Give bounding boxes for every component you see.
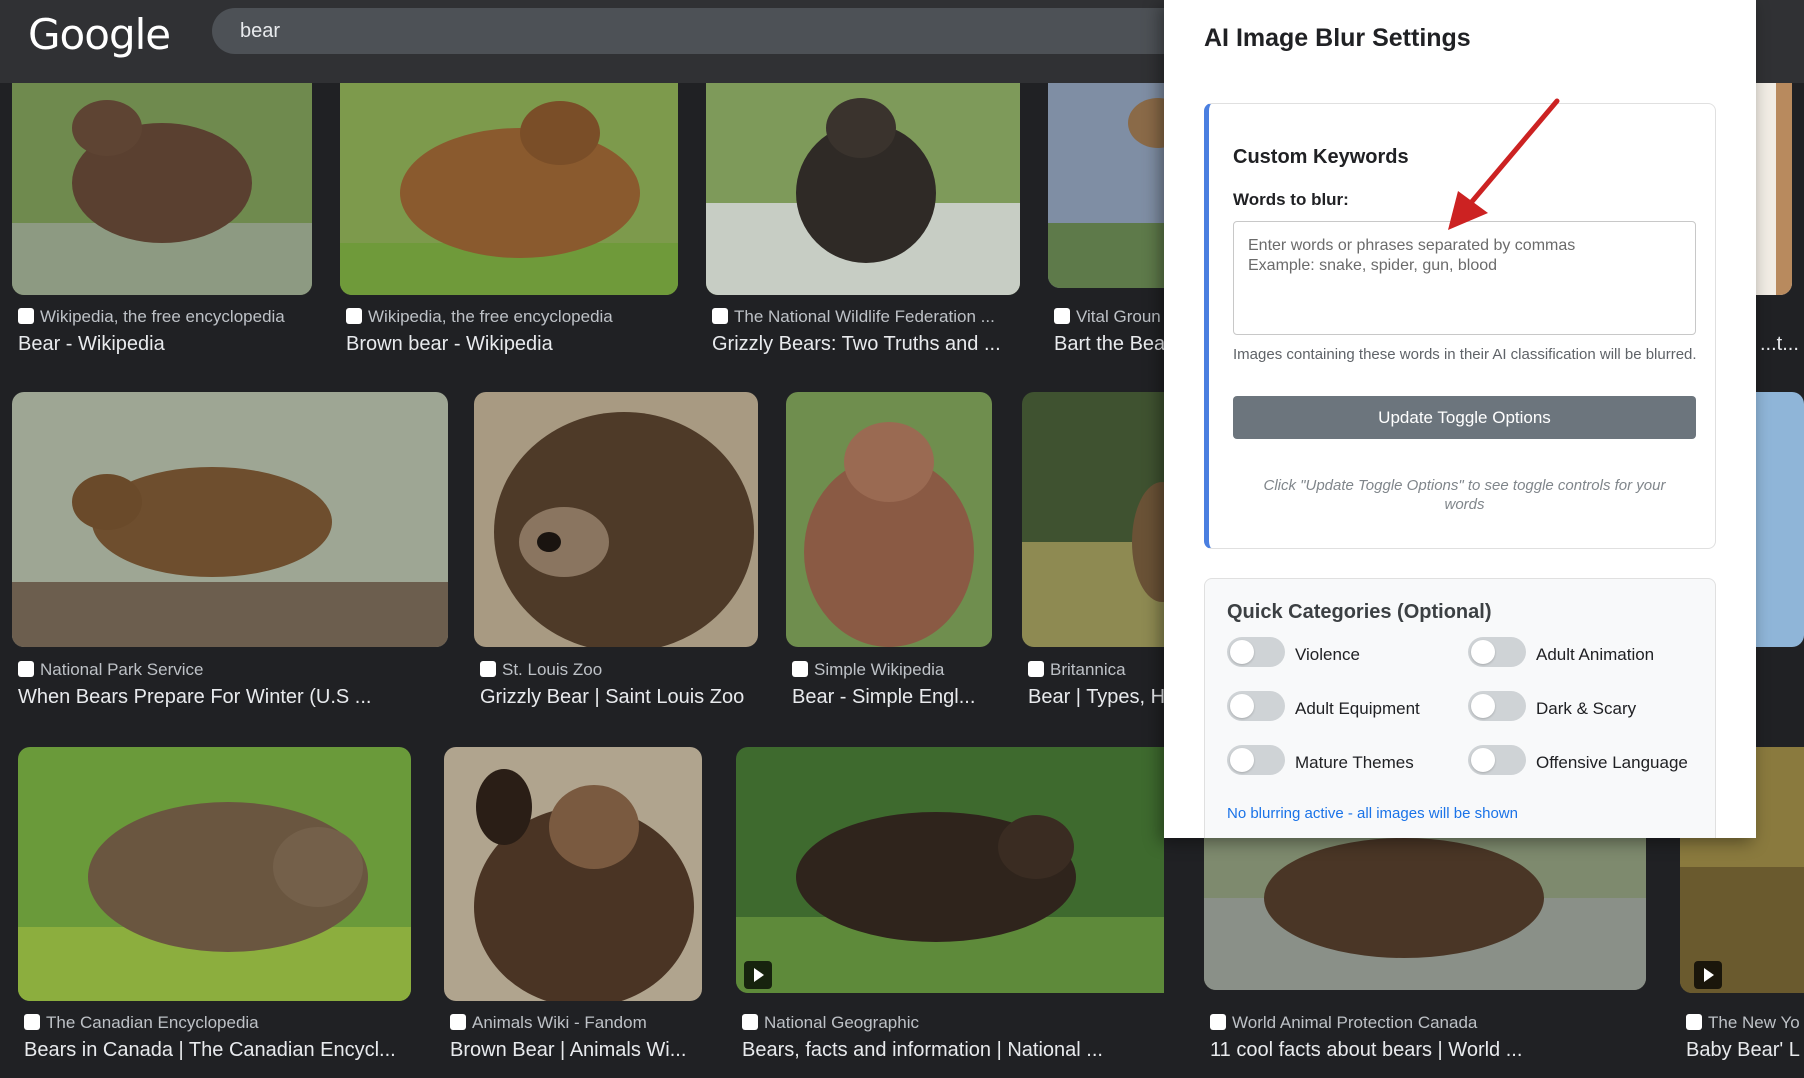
favicon [1054, 308, 1070, 324]
result-card[interactable]: World Animal Protection Canada 11 cool f… [1204, 838, 1648, 1078]
keywords-help-text: Images containing these words in their A… [1233, 346, 1697, 363]
favicon [1028, 661, 1044, 677]
result-source[interactable]: National Park Service [18, 660, 438, 680]
favicon [24, 1014, 40, 1030]
result-card[interactable]: National Park Service When Bears Prepare… [12, 392, 448, 722]
result-image[interactable] [340, 83, 678, 295]
toggle-label: Adult Equipment [1295, 699, 1420, 718]
result-source[interactable]: Wikipedia, the free encyclopedia [346, 307, 676, 327]
result-title[interactable]: 11 cool facts about bears | World ... [1210, 1039, 1650, 1062]
toggle-hint-text: Click "Update Toggle Options" to see tog… [1263, 477, 1666, 513]
search-box[interactable]: bear [212, 8, 1212, 54]
favicon [1686, 1014, 1702, 1030]
result-source[interactable]: The Canadian Encyclopedia [24, 1013, 414, 1033]
result-source[interactable]: Wikipedia, the free encyclopedia [18, 307, 308, 327]
adult-equipment-toggle[interactable] [1227, 691, 1285, 721]
result-title[interactable]: When Bears Prepare For Winter (U.S ... [18, 686, 438, 709]
violence-toggle[interactable] [1227, 637, 1285, 667]
annotation-arrow-icon [1448, 98, 1560, 230]
result-title[interactable]: Bart the Bea [1054, 333, 1172, 356]
dark-scary-toggle[interactable] [1468, 691, 1526, 721]
result-image[interactable] [12, 83, 312, 295]
result-card[interactable]: National Geographic Bears, facts and inf… [736, 747, 1164, 1077]
favicon [1210, 1014, 1226, 1030]
favicon [18, 308, 34, 324]
result-source[interactable]: National Geographic [742, 1013, 1162, 1033]
blur-status-text: No blurring active - all images will be … [1227, 805, 1518, 822]
toggle-label: Violence [1295, 645, 1360, 664]
result-title[interactable]: Baby Bear' L [1686, 1039, 1804, 1062]
result-image[interactable] [12, 392, 448, 647]
toggle-label: Adult Animation [1536, 645, 1655, 664]
words-to-blur-label: Words to blur: [1233, 190, 1349, 209]
result-card[interactable]: Wikipedia, the free encyclopedia Brown b… [340, 83, 680, 363]
result-source[interactable]: The New Yo [1686, 1013, 1804, 1033]
result-title[interactable]: Grizzly Bears: Two Truths and ... [712, 333, 1018, 356]
result-title[interactable]: Bear - Simple Engl... [792, 686, 992, 709]
result-card[interactable]: The Canadian Encyclopedia Bears in Canad… [18, 747, 418, 1077]
result-title[interactable]: Grizzly Bear | Saint Louis Zoo [480, 686, 760, 709]
adult-animation-toggle[interactable] [1468, 637, 1526, 667]
result-title[interactable]: Bears, facts and information | National … [742, 1039, 1162, 1062]
result-image[interactable] [1756, 83, 1792, 295]
result-card[interactable]: Vital Groun Bart the Bea [1048, 83, 1178, 363]
toggle-label: Dark & Scary [1536, 699, 1637, 718]
result-image[interactable] [1022, 392, 1164, 647]
result-card[interactable]: Wikipedia, the free encyclopedia Bear - … [12, 83, 312, 363]
favicon [712, 308, 728, 324]
play-icon [744, 961, 772, 989]
result-title[interactable]: Bear - Wikipedia [18, 333, 308, 356]
result-title[interactable]: Brown Bear | Animals Wi... [450, 1039, 706, 1062]
result-title[interactable]: Bear | Types, H [1028, 686, 1168, 709]
result-title[interactable]: Bears in Canada | The Canadian Encycl... [24, 1039, 414, 1062]
result-card[interactable]: Simple Wikipedia Bear - Simple Engl... [786, 392, 992, 722]
result-card [1756, 392, 1804, 652]
play-icon [1694, 961, 1722, 989]
result-source[interactable]: Britannica [1028, 660, 1168, 680]
result-source[interactable]: St. Louis Zoo [480, 660, 760, 680]
result-card[interactable]: St. Louis Zoo Grizzly Bear | Saint Louis… [474, 392, 760, 722]
result-card[interactable]: Animals Wiki - Fandom Brown Bear | Anima… [444, 747, 708, 1077]
search-query[interactable]: bear [240, 20, 280, 43]
update-toggle-options-button[interactable]: Update Toggle Options [1233, 396, 1696, 439]
favicon [480, 661, 496, 677]
favicon [346, 308, 362, 324]
result-image[interactable] [1204, 838, 1646, 990]
result-image[interactable] [474, 392, 758, 647]
quick-categories-heading: Quick Categories (Optional) [1227, 601, 1492, 623]
favicon [792, 661, 808, 677]
result-image[interactable] [1048, 83, 1178, 288]
result-image[interactable] [736, 747, 1164, 993]
result-card[interactable]: The National Wildlife Federation ... Gri… [706, 83, 1022, 363]
offensive-language-toggle[interactable] [1468, 745, 1526, 775]
result-card[interactable]: Britannica Bear | Types, H [1022, 392, 1172, 722]
panel-title: AI Image Blur Settings [1204, 24, 1471, 52]
result-image[interactable] [786, 392, 992, 647]
custom-keywords-heading: Custom Keywords [1233, 146, 1409, 168]
result-source[interactable]: World Animal Protection Canada [1210, 1013, 1650, 1033]
favicon [450, 1014, 466, 1030]
result-image[interactable] [18, 747, 411, 1001]
result-source[interactable]: Simple Wikipedia [792, 660, 992, 680]
result-title[interactable]: Brown bear - Wikipedia [346, 333, 676, 356]
toggle-label: Offensive Language [1536, 753, 1688, 772]
result-card[interactable]: ...t... [1756, 83, 1804, 363]
result-title[interactable]: ...t... [1760, 333, 1800, 356]
result-source[interactable]: Vital Groun [1054, 307, 1172, 327]
mature-themes-toggle[interactable] [1227, 745, 1285, 775]
result-image[interactable] [706, 83, 1020, 295]
favicon [742, 1014, 758, 1030]
result-source[interactable]: Animals Wiki - Fandom [450, 1013, 706, 1033]
result-image[interactable] [444, 747, 702, 1001]
result-image[interactable] [1756, 392, 1804, 647]
favicon [18, 661, 34, 677]
google-logo[interactable]: Google [28, 10, 171, 59]
toggle-label: Mature Themes [1295, 753, 1414, 772]
result-source[interactable]: The National Wildlife Federation ... [712, 307, 1018, 327]
quick-categories-section: Quick Categories (Optional) Violence Adu… [1204, 578, 1716, 838]
